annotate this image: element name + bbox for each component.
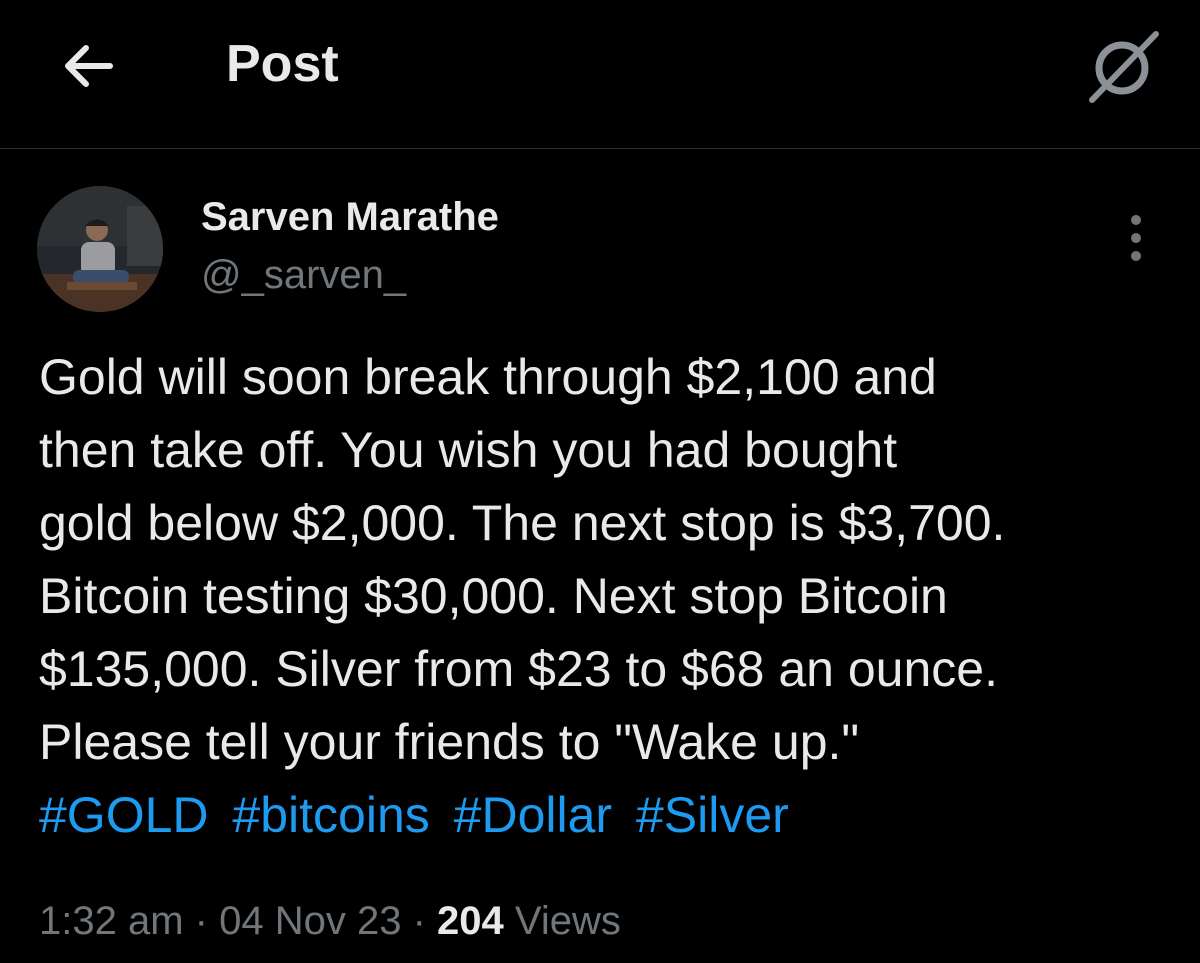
- post-text-line: Bitcoin testing $30,000. Next stop Bitco…: [39, 568, 948, 624]
- post-text-line: $135,000. Silver from $23 to $68 an ounc…: [39, 641, 998, 697]
- post-text-line: then take off. You wish you had bought: [39, 422, 898, 478]
- post-text-line: gold below $2,000. The next stop is $3,7…: [39, 495, 1006, 551]
- more-options-button[interactable]: [1112, 212, 1160, 264]
- post-text-line: Please tell your friends to "Wake up.": [39, 714, 860, 770]
- meta-separator: ·: [194, 899, 208, 943]
- avatar[interactable]: [37, 186, 163, 312]
- hashtag-link-gold[interactable]: #GOLD: [39, 787, 209, 843]
- author-handle[interactable]: @_sarven_: [201, 250, 406, 300]
- meta-separator: ·: [412, 899, 426, 943]
- grok-button[interactable]: [1082, 24, 1166, 108]
- author-name[interactable]: Sarven Marathe: [201, 192, 499, 242]
- grok-icon: [1089, 31, 1159, 103]
- post-time[interactable]: 1:32 am: [39, 899, 184, 943]
- post-metadata: 1:32 am · 04 Nov 23 · 204 Views: [39, 893, 621, 949]
- hashtag-link-silver[interactable]: #Silver: [636, 787, 789, 843]
- views-label: Views: [514, 899, 621, 943]
- post-text-line: Gold will soon break through $2,100 and: [39, 349, 937, 405]
- hashtag-link-dollar[interactable]: #Dollar: [454, 787, 612, 843]
- back-button[interactable]: [52, 30, 124, 102]
- hashtag-list: #GOLD #bitcoins #Dollar #Silver: [39, 779, 799, 852]
- more-vertical-icon: [1131, 233, 1141, 243]
- hashtag-link-bitcoins[interactable]: #bitcoins: [232, 787, 429, 843]
- page-title: Post: [226, 35, 339, 93]
- views-count: 204: [437, 899, 504, 943]
- post-body: Gold will soon break through $2,100 and …: [39, 341, 1179, 779]
- more-vertical-icon: [1131, 215, 1141, 225]
- post-date[interactable]: 04 Nov 23: [219, 899, 401, 943]
- arrow-left-icon: [65, 45, 113, 87]
- top-bar: Post: [0, 0, 1200, 149]
- more-vertical-icon: [1131, 251, 1141, 261]
- avatar-photo: [37, 186, 163, 312]
